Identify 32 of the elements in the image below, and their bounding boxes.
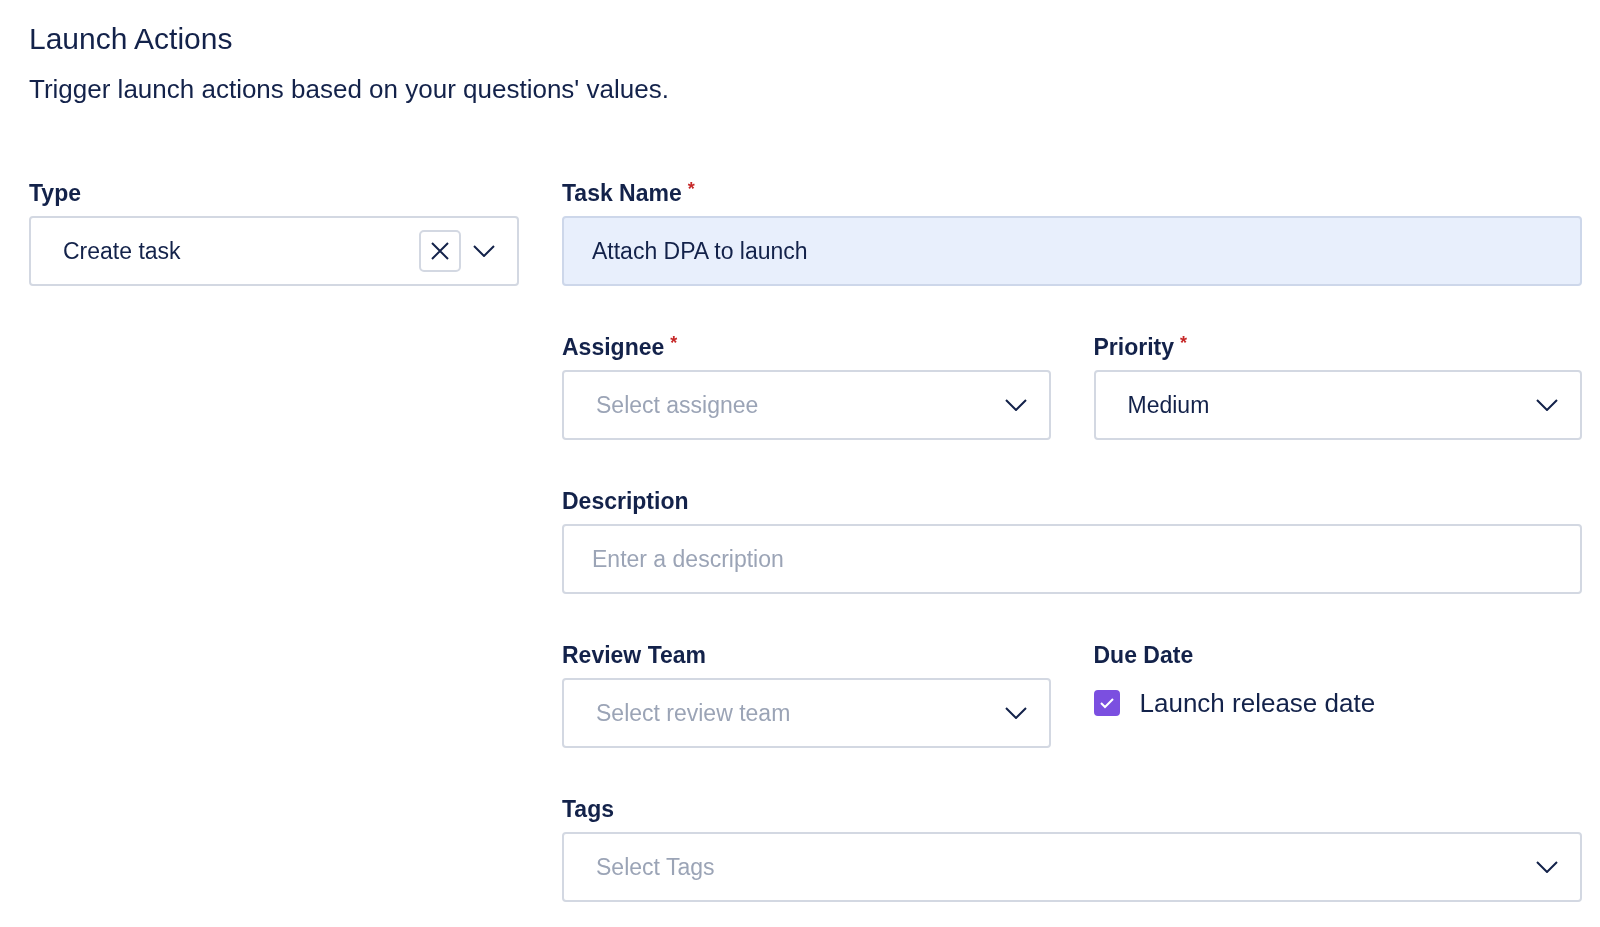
field-label: Task Name: [562, 180, 682, 206]
required-asterisk: *: [1180, 333, 1188, 353]
section-subtitle: Trigger launch actions based on your questions' values.: [29, 73, 670, 106]
selected-value: Medium: [1127, 390, 1211, 420]
select-field[interactable]: Medium: [1093, 370, 1582, 440]
close-icon: [431, 242, 449, 260]
field-label: Due Date: [1093, 642, 1194, 668]
checkbox-label: Launch release date: [1139, 686, 1376, 720]
chevron-down-icon[interactable]: [1536, 861, 1558, 873]
clear-button[interactable]: [419, 230, 461, 272]
select-field[interactable]: Create task: [29, 216, 519, 286]
text-field[interactable]: Enter a description: [562, 524, 1582, 594]
section-title: Launch Actions: [29, 21, 234, 57]
placeholder-text: Select Tags: [596, 852, 716, 882]
field-label: Type: [29, 180, 81, 206]
required-asterisk: *: [687, 179, 695, 199]
placeholder-text: Select review team: [596, 698, 792, 728]
text-field[interactable]: Attach DPA to launch: [562, 216, 1582, 286]
field-label: Tags: [562, 796, 614, 822]
chevron-down-icon[interactable]: [1004, 399, 1027, 411]
field-label: Assignee: [562, 334, 665, 360]
checkbox[interactable]: [1093, 690, 1120, 716]
placeholder-text: Select assignee: [596, 390, 760, 420]
chevron-down-icon[interactable]: [473, 245, 495, 257]
chevron-down-icon[interactable]: [1536, 399, 1558, 411]
checkmark-icon: [1099, 697, 1114, 709]
field-label: Priority: [1093, 334, 1175, 360]
field-label: Review Team: [562, 642, 707, 668]
chevron-down-icon[interactable]: [1004, 707, 1027, 719]
selected-value: Create task: [63, 236, 182, 266]
field-label: Description: [562, 488, 689, 514]
required-asterisk: *: [670, 333, 678, 353]
